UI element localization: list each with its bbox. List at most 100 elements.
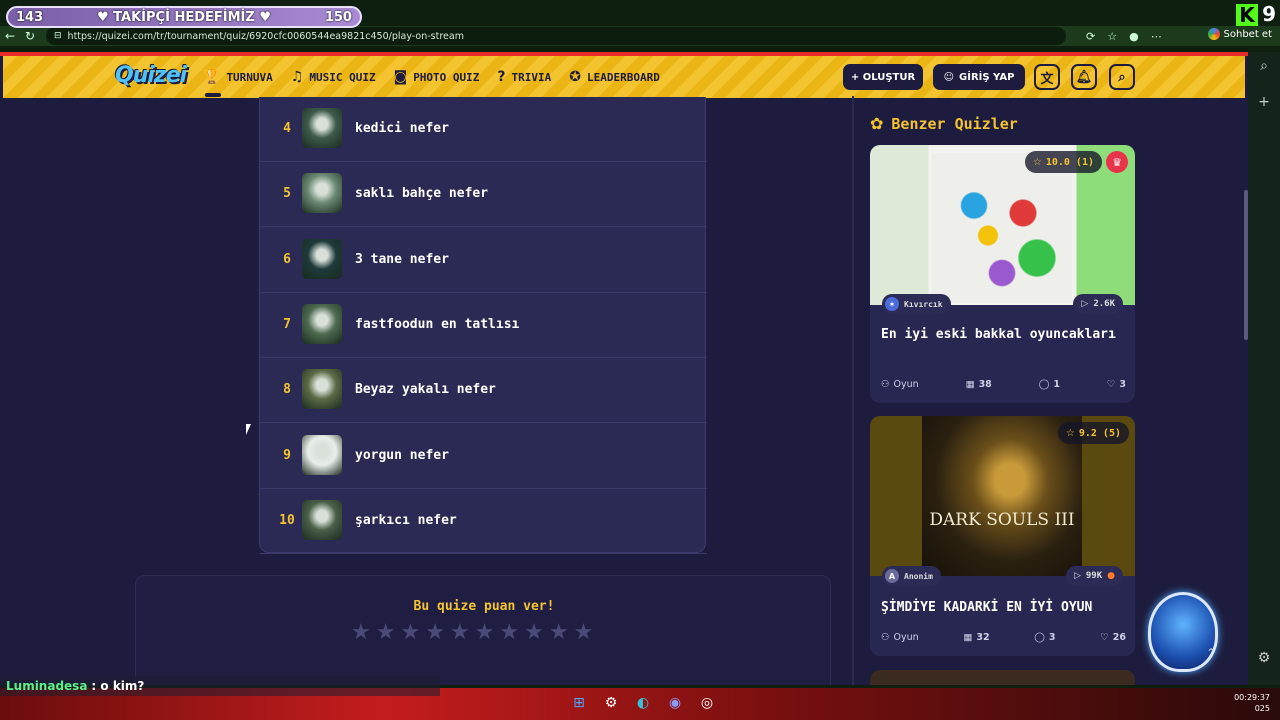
ranking-row[interactable]: 9 yorgun nefer (260, 424, 707, 489)
ranking-row[interactable]: 6 3 tane nefer (260, 228, 707, 293)
edge-icon[interactable]: ◐ (632, 692, 654, 714)
heart-icon: ♡ (1100, 632, 1109, 643)
ranking-row[interactable]: 7 fastfoodun en tatlısı (260, 293, 707, 358)
menu-music-quiz[interactable]: ♫ MUSIC QUIZ (291, 69, 376, 85)
star-icon[interactable]: ★ (450, 620, 470, 645)
gallery-icon: ▦ (965, 379, 975, 390)
author-badge[interactable]: ✶ Kıvırcık (882, 294, 951, 314)
profile-icon[interactable]: ● (1129, 30, 1139, 43)
notifications-button[interactable]: 🔔︎ (1071, 64, 1097, 90)
discord-icon[interactable]: ◉ (664, 692, 686, 714)
site-info-icon[interactable]: ⊟ (54, 31, 62, 41)
star-icon[interactable]: ★ (400, 620, 420, 645)
entry-thumbnail (302, 434, 342, 475)
settings-icon[interactable]: ⚙ (1248, 650, 1280, 666)
menu-label: MUSIC QUIZ (309, 70, 376, 84)
address-bar[interactable]: ⊟ https://quizei.com/tr/tournament/quiz/… (46, 27, 1066, 45)
translate-icon: 文 (1040, 71, 1054, 87)
trophy-icon: 🏆 (203, 69, 221, 85)
menu-trivia[interactable]: ? TRIVIA (497, 69, 551, 85)
favorites-icon[interactable]: ☆ (1107, 30, 1117, 43)
star-rating[interactable]: ★ ★ ★ ★ ★ ★ ★ ★ ★ ★ (351, 620, 593, 645)
language-button[interactable]: 文 (1034, 64, 1060, 90)
menu-photo-quiz[interactable]: ◙ PHOTO QUIZ (394, 69, 480, 85)
rank-number: 8 (283, 382, 291, 398)
play-count: 2.6K (1093, 299, 1115, 309)
comment-icon: ◯ (1038, 379, 1050, 390)
rating-text: 9.2 (5) (1078, 427, 1121, 439)
ranking-row[interactable]: 8 Beyaz yakalı nefer (260, 358, 707, 424)
entry-thumbnail (302, 173, 342, 214)
play-icon: ▷ (1073, 571, 1081, 581)
windows-start-icon[interactable]: ⊞ (568, 692, 590, 714)
quizei-logo[interactable]: Quizei (115, 63, 187, 88)
copilot-chat-button[interactable]: Sohbet et (1207, 28, 1272, 40)
star-icon[interactable]: ★ (499, 620, 519, 645)
menu-label: TURNUVA (226, 70, 273, 84)
rate-title: Bu quize puan ver! (413, 599, 555, 614)
ranking-row[interactable]: 4 kedici nefer (260, 97, 707, 162)
add-icon[interactable]: + (1248, 94, 1280, 110)
more-icon[interactable]: ⋯ (1151, 30, 1162, 43)
goal-label: ♥ TAKİPÇİ HEDEFİMİZ ♥ (97, 9, 271, 25)
entry-thumbnail (302, 108, 342, 148)
fire-icon: ● (1107, 571, 1115, 581)
star-icon[interactable]: ★ (524, 620, 544, 645)
type-text: Oyun (893, 632, 919, 643)
like-count[interactable]: ♡ 3 (1107, 379, 1126, 390)
heart-icon: ♡ (1106, 379, 1116, 390)
ranking-row[interactable]: 5 saklı bahçe nefer (260, 162, 707, 228)
entry-name: 3 tane nefer (355, 251, 449, 267)
quiz-card[interactable]: DARK SOULS III ☆ 9.2 (5) A Anonim ▷ 99K ● Şİ… (870, 416, 1135, 656)
obs-icon[interactable]: ◎ (696, 692, 718, 714)
browser-sidebar: ⌕ + ⚙ (1248, 52, 1280, 685)
star-icon[interactable]: ★ (425, 620, 445, 645)
create-button[interactable]: + OLUŞTUR (843, 64, 923, 90)
quiz-title[interactable]: ŞİMDİYE KADARKİ EN İYİ OYUN (881, 598, 1126, 617)
star-icon[interactable]: ★ (351, 620, 371, 645)
url-text: https://quizei.com/tr/tournament/quiz/69… (67, 30, 464, 42)
likes-text: 26 (1112, 632, 1126, 643)
author-badge[interactable]: A Anonim (882, 566, 941, 586)
quiz-title[interactable]: En iyi eski bakkal oyuncakları (881, 325, 1126, 344)
star-icon[interactable]: ★ (475, 620, 495, 645)
star-icon[interactable]: ★ (376, 620, 396, 645)
like-count[interactable]: ♡ 26 (1100, 632, 1126, 643)
app-icon[interactable]: ⚙ (600, 692, 622, 714)
gallery-icon: ▦ (963, 632, 973, 643)
quiz-meta: ⚇ Oyun ▦ 38 ◯ 1 ♡ 3 (881, 379, 1126, 390)
ranking-row[interactable]: 10 şarkıcı nefer (260, 489, 707, 554)
star-icon[interactable]: ★ (549, 620, 569, 645)
search-icon[interactable]: ⌕ (1248, 58, 1280, 74)
rating-badge: ☆ 9.2 (5) (1057, 422, 1129, 444)
quiz-type: ⚇ Oyun (881, 632, 919, 643)
quiz-type: ⚇ Oyun (881, 379, 919, 390)
chat-line: Luminadesa : o kim? (0, 676, 440, 696)
chat-username: Luminadesa (6, 679, 88, 693)
entry-name: fastfoodun en tatlısı (355, 316, 520, 332)
login-label: GİRİŞ YAP (959, 71, 1015, 83)
quiz-card-partial[interactable] (870, 670, 1135, 685)
comment-icon: ◯ (1034, 632, 1045, 643)
mouse-cursor (246, 424, 256, 435)
scroll-top-icon[interactable]: ⌃ (1206, 646, 1224, 664)
menu-leaderboard[interactable]: ✪ LEADERBOARD (569, 69, 660, 85)
login-button[interactable]: ☺ GİRİŞ YAP (933, 64, 1025, 90)
back-icon[interactable]: ← (0, 29, 20, 43)
menu-turnuva[interactable]: 🏆 TURNUVA (203, 69, 273, 97)
similar-title-text: Benzer Quizler (891, 114, 1018, 133)
rating-badge: ☆ 10.0 (1) (1024, 151, 1102, 173)
entry-name: Beyaz yakalı nefer (355, 382, 496, 398)
star-icon[interactable]: ★ (574, 620, 594, 645)
rank-number: 4 (283, 121, 291, 136)
chat-label: Sohbet et (1223, 28, 1272, 40)
entry-thumbnail (302, 369, 342, 410)
reload-icon[interactable]: ↻ (20, 29, 40, 43)
extensions-icon[interactable]: ⟳ (1086, 30, 1095, 43)
play-count-badge: ▷ 2.6K (1073, 294, 1123, 314)
entry-name: saklı bahçe nefer (355, 186, 489, 202)
search-button[interactable]: ⌕ (1109, 64, 1135, 90)
menu-label: LEADERBOARD (587, 70, 660, 84)
quiz-card[interactable]: ☆ 10.0 (1) ♛ ✶ Kıvırcık ▷ 2.6K En iyi eski … (870, 145, 1135, 403)
rank-number: 6 (283, 251, 291, 267)
